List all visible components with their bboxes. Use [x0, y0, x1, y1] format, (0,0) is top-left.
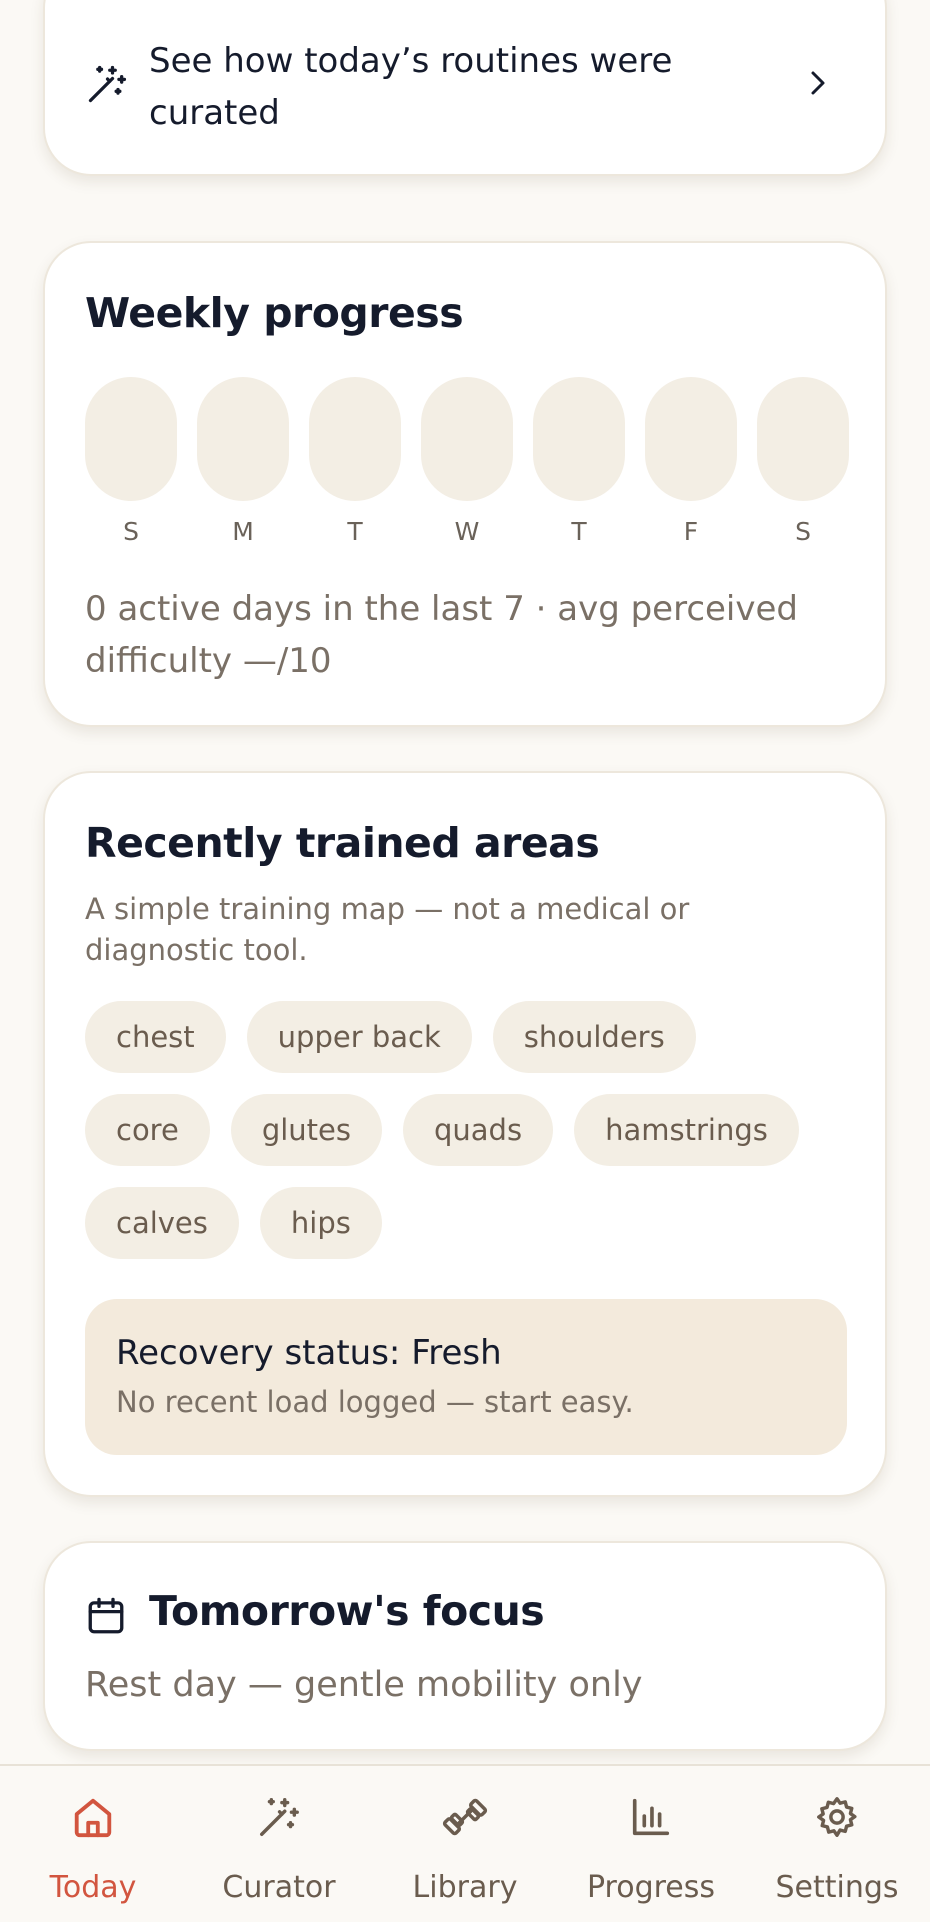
- day-label: M: [232, 517, 254, 546]
- today-scroll-area[interactable]: See how today’s routines were curated We…: [0, 0, 930, 1764]
- area-chip-shoulders[interactable]: shoulders: [492, 1001, 696, 1073]
- nav-settings[interactable]: Settings: [744, 1766, 930, 1922]
- weekly-summary: 0 active days in the last 7 · avg percei…: [85, 589, 799, 681]
- area-chip-hips[interactable]: hips: [259, 1187, 382, 1259]
- day-label: S: [123, 517, 139, 546]
- curated-banner-text: See how today’s routines were curated: [149, 41, 673, 133]
- nav-label: Today: [49, 1870, 137, 1905]
- gear-icon: [817, 1797, 857, 1837]
- area-chip-core[interactable]: core: [85, 1094, 210, 1166]
- area-chip-calves[interactable]: calves: [85, 1187, 239, 1259]
- bottom-navigation: Today Curator Library Progress Settings: [0, 1764, 930, 1920]
- day-label: T: [571, 517, 587, 546]
- calendar-icon: [88, 1597, 124, 1634]
- day-indicator: [421, 377, 513, 501]
- week-days-row: S M T W T F S: [85, 377, 849, 547]
- day-label: T: [347, 517, 363, 546]
- day-indicator: [197, 377, 289, 501]
- day-saturday: S: [757, 377, 849, 546]
- nav-curator[interactable]: Curator: [186, 1766, 372, 1922]
- day-indicator: [533, 377, 625, 501]
- weekly-progress-title: Weekly progress: [85, 289, 464, 337]
- day-wednesday: W: [421, 377, 513, 546]
- tomorrow-focus-title: Tomorrow's focus: [149, 1587, 545, 1635]
- nav-label: Settings: [775, 1870, 899, 1905]
- magic-wand-icon: [88, 65, 127, 103]
- magic-wand-icon: [260, 1798, 299, 1836]
- trained-areas-card: Recently trained areas A simple training…: [43, 771, 887, 1497]
- trained-areas-title: Recently trained areas: [85, 819, 600, 867]
- day-label: W: [454, 517, 480, 546]
- chevron-right-icon: [811, 71, 825, 95]
- day-friday: F: [645, 377, 737, 546]
- nav-today[interactable]: Today: [0, 1766, 186, 1922]
- area-chip-chest[interactable]: chest: [85, 1001, 226, 1073]
- area-chip-quads[interactable]: quads: [403, 1094, 554, 1166]
- day-sunday: S: [85, 377, 177, 546]
- recovery-status-title: Recovery status: Fresh: [116, 1333, 502, 1373]
- day-label: F: [683, 517, 699, 546]
- tomorrow-focus-text: Rest day — gentle mobility only: [85, 1665, 643, 1705]
- tomorrow-focus-card: Tomorrow's focus Rest day — gentle mobil…: [43, 1541, 887, 1751]
- area-chip-hamstrings[interactable]: hamstrings: [574, 1094, 799, 1166]
- weekly-progress-card: Weekly progress S M T W T F S 0 active d…: [43, 241, 887, 727]
- nav-label: Library: [412, 1870, 518, 1905]
- area-chip-upper-back[interactable]: upper back: [246, 1001, 472, 1073]
- day-thursday: T: [533, 377, 625, 546]
- nav-label: Curator: [222, 1870, 336, 1905]
- day-indicator: [757, 377, 849, 501]
- recovery-status-box: Recovery status: Fresh No recent load lo…: [85, 1299, 847, 1455]
- day-label: S: [795, 517, 811, 546]
- bar-chart-icon: [632, 1798, 670, 1836]
- day-tuesday: T: [309, 377, 401, 546]
- day-indicator: [85, 377, 177, 501]
- nav-progress[interactable]: Progress: [558, 1766, 744, 1922]
- dumbbell-icon: [442, 1798, 488, 1836]
- home-icon: [74, 1798, 112, 1838]
- day-monday: M: [197, 377, 289, 546]
- trained-areas-subtitle: A simple training map — not a medical or…: [85, 892, 690, 967]
- area-chip-glutes[interactable]: glutes: [230, 1094, 382, 1166]
- day-indicator: [309, 377, 401, 501]
- nav-library[interactable]: Library: [372, 1766, 558, 1922]
- recovery-status-subtitle: No recent load logged — start easy.: [116, 1385, 634, 1419]
- curated-routines-banner[interactable]: See how today’s routines were curated: [43, 0, 887, 176]
- nav-label: Progress: [586, 1870, 716, 1905]
- body-area-chips: chest upper back shoulders core glutes q…: [85, 1001, 865, 1280]
- day-indicator: [645, 377, 737, 501]
